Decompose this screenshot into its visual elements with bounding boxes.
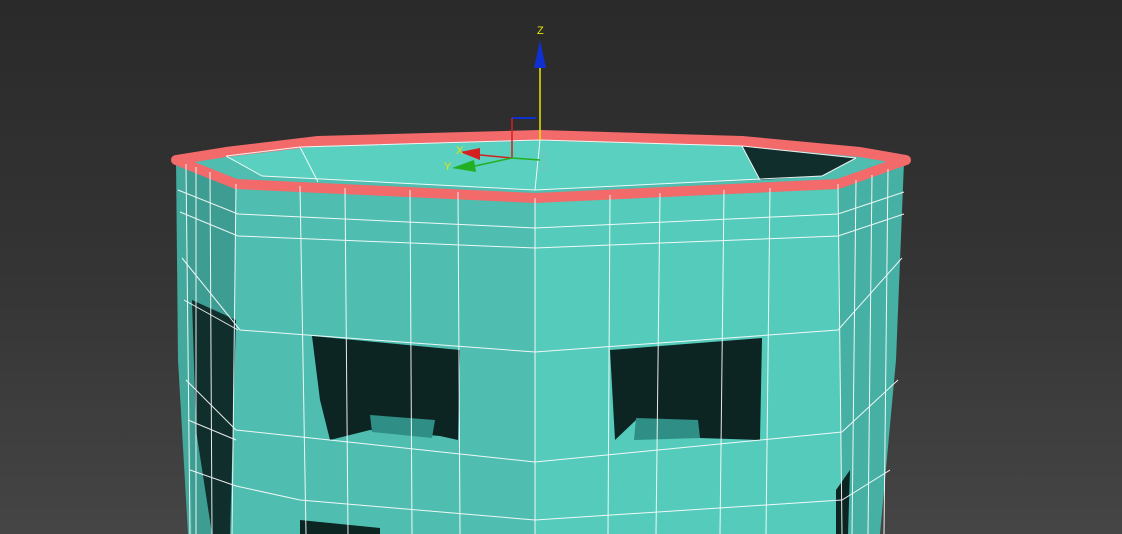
mesh-object[interactable]	[171, 130, 911, 534]
3d-viewport[interactable]: Z X Y	[0, 0, 1122, 534]
gizmo-x-label: X	[456, 145, 464, 157]
gizmo-z-arrow[interactable]	[534, 40, 546, 68]
gizmo-z-label: Z	[537, 25, 544, 37]
gizmo-y-label: Y	[444, 161, 452, 173]
viewport-scene[interactable]: Z X Y	[0, 0, 1122, 534]
window-right-inner-light	[634, 418, 700, 440]
